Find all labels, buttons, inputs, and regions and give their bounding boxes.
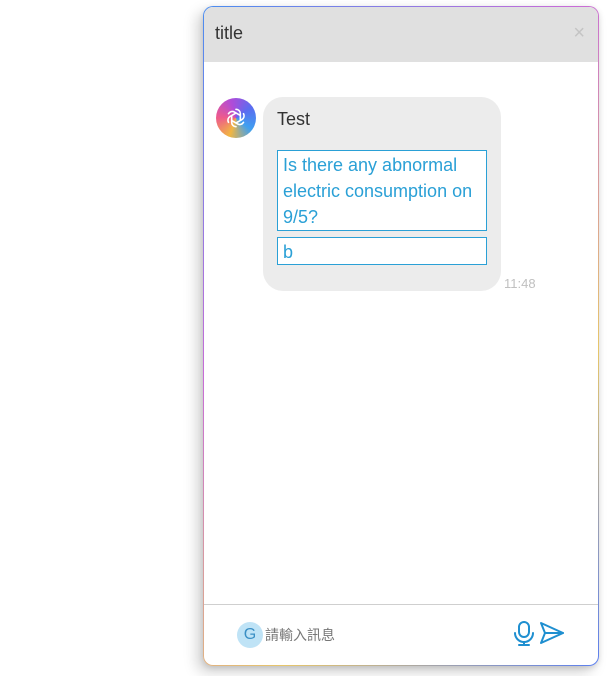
openai-logo-icon bbox=[227, 108, 245, 128]
bot-avatar bbox=[216, 98, 256, 138]
chat-header: title × bbox=[204, 7, 598, 62]
message-input[interactable] bbox=[265, 624, 495, 646]
quick-reply-option[interactable]: Is there any abnormal electric consumpti… bbox=[277, 150, 487, 231]
send-icon[interactable] bbox=[539, 621, 565, 645]
composer-divider bbox=[204, 604, 598, 605]
message-timestamp: 11:48 bbox=[504, 276, 536, 291]
message-text: Test bbox=[277, 109, 311, 129]
close-button[interactable]: × bbox=[573, 23, 585, 43]
chat-window: title × Test Is there any abnormal elect… bbox=[203, 6, 599, 666]
quick-reply-option[interactable]: b bbox=[277, 237, 487, 265]
bot-message-bubble: Test Is there any abnormal electric cons… bbox=[263, 97, 501, 291]
microphone-icon[interactable] bbox=[513, 620, 535, 646]
chat-title: title bbox=[215, 23, 244, 43]
input-badge-icon: G bbox=[237, 622, 263, 648]
chat-panel: title × Test Is there any abnormal elect… bbox=[204, 7, 598, 665]
